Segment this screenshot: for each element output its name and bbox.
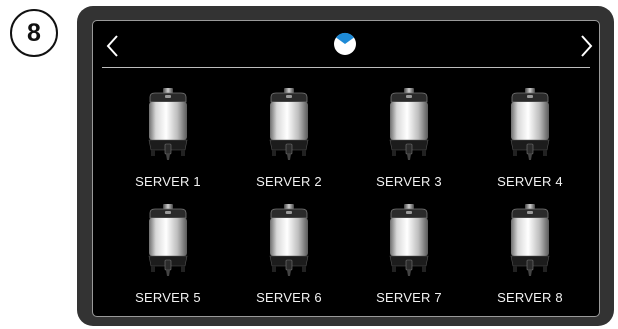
coffee-server-icon [510,88,550,160]
server-tile[interactable]: SERVER 4 [480,88,580,206]
coffee-server-icon [389,88,429,160]
server-label: SERVER 2 [256,174,322,189]
server-tile[interactable]: SERVER 6 [239,204,339,322]
server-label: SERVER 7 [376,290,442,305]
coffee-server-icon [148,88,188,160]
server-tile[interactable]: SERVER 5 [118,204,218,322]
coffee-server-icon [269,204,309,276]
chevron-right-icon[interactable] [577,34,595,58]
server-label: SERVER 5 [135,290,201,305]
server-tile[interactable]: SERVER 7 [359,204,459,322]
server-label: SERVER 1 [135,174,201,189]
coffee-server-icon [148,204,188,276]
coffee-server-icon [269,88,309,160]
server-tile[interactable]: SERVER 1 [118,88,218,206]
coffee-server-icon [389,204,429,276]
server-tile[interactable]: SERVER 8 [480,204,580,322]
server-label: SERVER 4 [497,174,563,189]
pie-status-icon [334,32,356,55]
server-label: SERVER 3 [376,174,442,189]
server-tile[interactable]: SERVER 2 [239,88,339,206]
server-label: SERVER 6 [256,290,322,305]
step-number: 8 [27,18,41,47]
server-tile[interactable]: SERVER 3 [359,88,459,206]
chevron-left-icon[interactable] [104,34,122,58]
step-number-badge: 8 [10,9,58,57]
server-label: SERVER 8 [497,290,563,305]
header-divider [102,67,590,68]
coffee-server-icon [510,204,550,276]
